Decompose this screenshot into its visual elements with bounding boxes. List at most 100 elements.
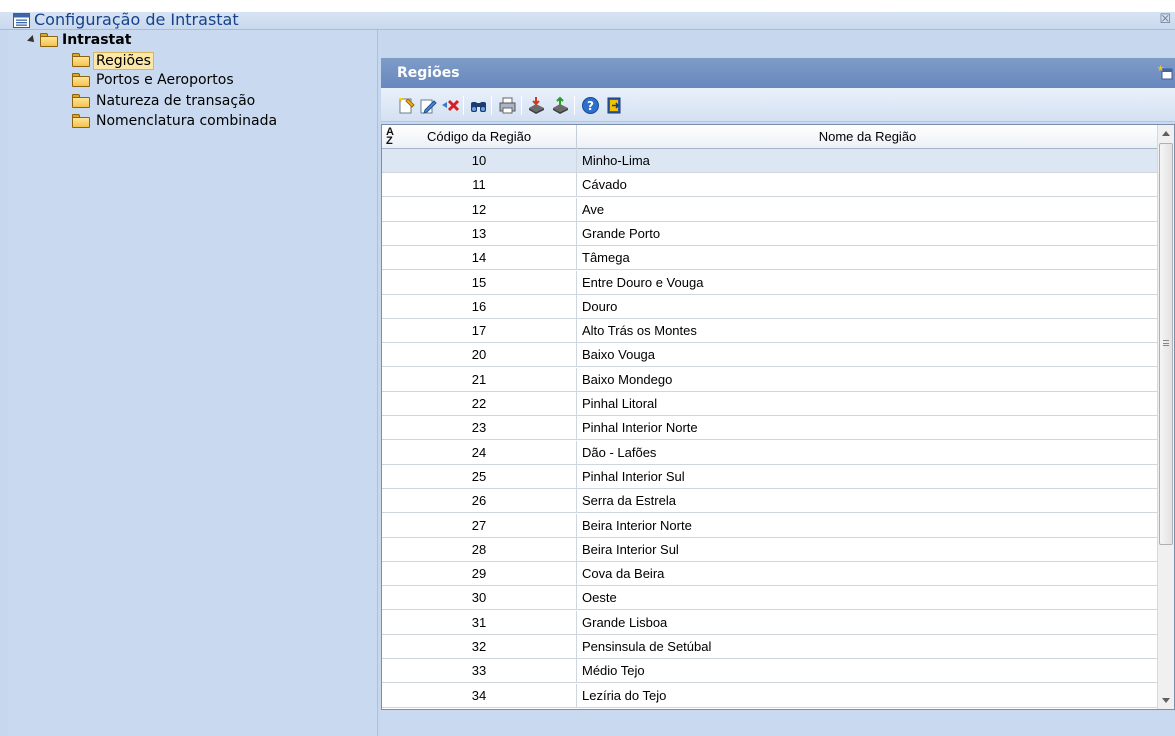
table-row[interactable]: 28 Beira Interior Sul	[382, 537, 1158, 562]
close-window-icon[interactable]: ☒	[1159, 12, 1171, 27]
cell-codigo[interactable]: 12	[382, 197, 577, 222]
cell-codigo[interactable]: 28	[382, 537, 577, 562]
table-row[interactable]: 14 Tâmega	[382, 246, 1158, 271]
import-icon[interactable]	[527, 96, 546, 115]
cell-codigo[interactable]: 17	[382, 319, 577, 344]
cell-nome[interactable]: Grande Porto	[577, 222, 1158, 246]
table-row[interactable]: 13 Grande Porto	[382, 221, 1158, 246]
tree-item-label: Natureza de transação	[96, 93, 256, 109]
table-row[interactable]: 26 Serra da Estrela	[382, 489, 1158, 514]
cell-nome[interactable]: Minho-Lima	[577, 149, 1158, 173]
cell-codigo[interactable]: 25	[382, 464, 577, 489]
cell-nome[interactable]: Médio Tejo	[577, 659, 1158, 683]
table-row[interactable]: 22 Pinhal Litoral	[382, 392, 1158, 416]
cell-codigo[interactable]: 26	[382, 489, 577, 514]
edit-record-icon[interactable]	[419, 96, 438, 115]
cell-nome[interactable]: Pinhal Interior Norte	[577, 416, 1158, 440]
cell-nome[interactable]: Beira Interior Sul	[577, 538, 1158, 562]
cell-nome[interactable]: Pensinsula de Setúbal	[577, 635, 1158, 659]
find-binoculars-icon[interactable]	[469, 96, 488, 115]
cell-codigo[interactable]: 22	[382, 392, 577, 416]
table-row[interactable]: 16 Douro	[382, 294, 1158, 319]
cell-codigo[interactable]: 15	[382, 270, 577, 295]
cell-codigo[interactable]: 29	[382, 562, 577, 587]
cell-codigo[interactable]: 30	[382, 586, 577, 611]
cell-codigo[interactable]: 24	[382, 440, 577, 465]
cell-codigo[interactable]: 10	[382, 149, 577, 173]
table-row[interactable]: 12 Ave	[382, 197, 1158, 222]
cell-nome[interactable]: Dão - Lafões	[577, 441, 1158, 465]
table-row[interactable]: 23 Pinhal Interior Norte	[382, 416, 1158, 441]
tree-item-natureza[interactable]: Natureza de transação	[72, 91, 332, 111]
tree-node-intrastat[interactable]: Intrastat	[27, 30, 228, 50]
cell-codigo[interactable]: 13	[382, 221, 577, 246]
scroll-down-arrow-icon[interactable]	[1158, 692, 1174, 709]
cell-nome[interactable]: Lezíria do Tejo	[577, 684, 1158, 708]
cell-codigo[interactable]: 14	[382, 246, 577, 271]
table-row[interactable]: 10 Minho-Lima	[382, 149, 1158, 173]
cell-nome[interactable]: Entre Douro e Vouga	[577, 271, 1158, 295]
cell-nome[interactable]: Baixo Vouga	[577, 343, 1158, 367]
tree-item-portos[interactable]: Portos e Aeroportos	[72, 70, 332, 90]
grid-toolbar: ?	[381, 88, 1175, 122]
cell-codigo[interactable]: 32	[382, 635, 577, 659]
cell-codigo[interactable]: 23	[382, 416, 577, 441]
cell-nome[interactable]: Beira Interior Norte	[577, 514, 1158, 538]
cell-nome[interactable]: Serra da Estrela	[577, 489, 1158, 513]
cell-nome[interactable]: Pinhal Litoral	[577, 392, 1158, 416]
table-row[interactable]: 25 Pinhal Interior Sul	[382, 464, 1158, 489]
table-row[interactable]: 34 Lezíria do Tejo	[382, 683, 1158, 708]
cell-nome[interactable]: Douro	[577, 295, 1158, 319]
table-row[interactable]: 30 Oeste	[382, 586, 1158, 611]
table-row[interactable]: 33 Médio Tejo	[382, 659, 1158, 684]
table-row[interactable]: 24 Dão - Lafões	[382, 440, 1158, 465]
app-window-icon	[13, 13, 30, 28]
cell-nome[interactable]: Cávado	[577, 173, 1158, 197]
exit-icon[interactable]	[605, 96, 624, 115]
cell-nome[interactable]: Cova da Beira	[577, 562, 1158, 586]
column-header-nome[interactable]: Nome da Região	[577, 125, 1158, 149]
tree-item-regioes[interactable]: Regiões	[72, 50, 272, 70]
help-icon[interactable]: ?	[581, 96, 600, 115]
table-row[interactable]: 11 Cávado	[382, 173, 1158, 198]
scroll-up-arrow-icon[interactable]	[1158, 125, 1174, 142]
table-row[interactable]: 15 Entre Douro e Vouga	[382, 270, 1158, 295]
folder-icon	[40, 33, 58, 47]
print-icon[interactable]	[498, 96, 517, 115]
sort-az-icon[interactable]: AZ	[386, 127, 394, 147]
cell-codigo[interactable]: 27	[382, 513, 577, 538]
cell-codigo[interactable]: 34	[382, 683, 577, 708]
column-header-label: Código da Região	[427, 129, 532, 144]
export-icon[interactable]	[551, 96, 570, 115]
folder-icon	[72, 114, 90, 128]
expand-arrow-icon[interactable]	[27, 35, 37, 45]
column-header-codigo[interactable]: AZ Código da Região	[382, 125, 577, 149]
table-row[interactable]: 20 Baixo Vouga	[382, 343, 1158, 368]
table-row[interactable]: 31 Grande Lisboa	[382, 610, 1158, 635]
vertical-scrollbar[interactable]	[1157, 125, 1174, 709]
grid-header-row: AZ Código da Região Nome da Região	[382, 125, 1158, 149]
cell-codigo[interactable]: 31	[382, 610, 577, 635]
tree-item-nomenclatura[interactable]: Nomenclatura combinada	[72, 111, 352, 131]
table-row[interactable]: 32 Pensinsula de Setúbal	[382, 635, 1158, 659]
cell-nome[interactable]: Pinhal Interior Sul	[577, 465, 1158, 489]
delete-record-icon[interactable]	[441, 96, 460, 115]
cell-nome[interactable]: Baixo Mondego	[577, 368, 1158, 392]
table-row[interactable]: 21 Baixo Mondego	[382, 367, 1158, 392]
cell-codigo[interactable]: 20	[382, 343, 577, 368]
cell-nome[interactable]: Oeste	[577, 586, 1158, 610]
cell-codigo[interactable]: 33	[382, 659, 577, 684]
new-record-icon[interactable]	[397, 96, 416, 115]
scrollbar-thumb[interactable]	[1159, 143, 1173, 545]
cell-nome[interactable]: Alto Trás os Montes	[577, 319, 1158, 343]
table-row[interactable]: 29 Cova da Beira	[382, 562, 1158, 587]
table-row[interactable]: 17 Alto Trás os Montes	[382, 319, 1158, 344]
cell-nome[interactable]: Tâmega	[577, 246, 1158, 270]
cell-codigo[interactable]: 21	[382, 367, 577, 392]
cell-codigo[interactable]: 16	[382, 294, 577, 319]
cell-nome[interactable]: Ave	[577, 198, 1158, 222]
cell-nome[interactable]: Grande Lisboa	[577, 611, 1158, 635]
table-row[interactable]: 27 Beira Interior Norte	[382, 513, 1158, 538]
cell-codigo[interactable]: 11	[382, 173, 577, 198]
panel-options-icon[interactable]	[1157, 64, 1173, 80]
